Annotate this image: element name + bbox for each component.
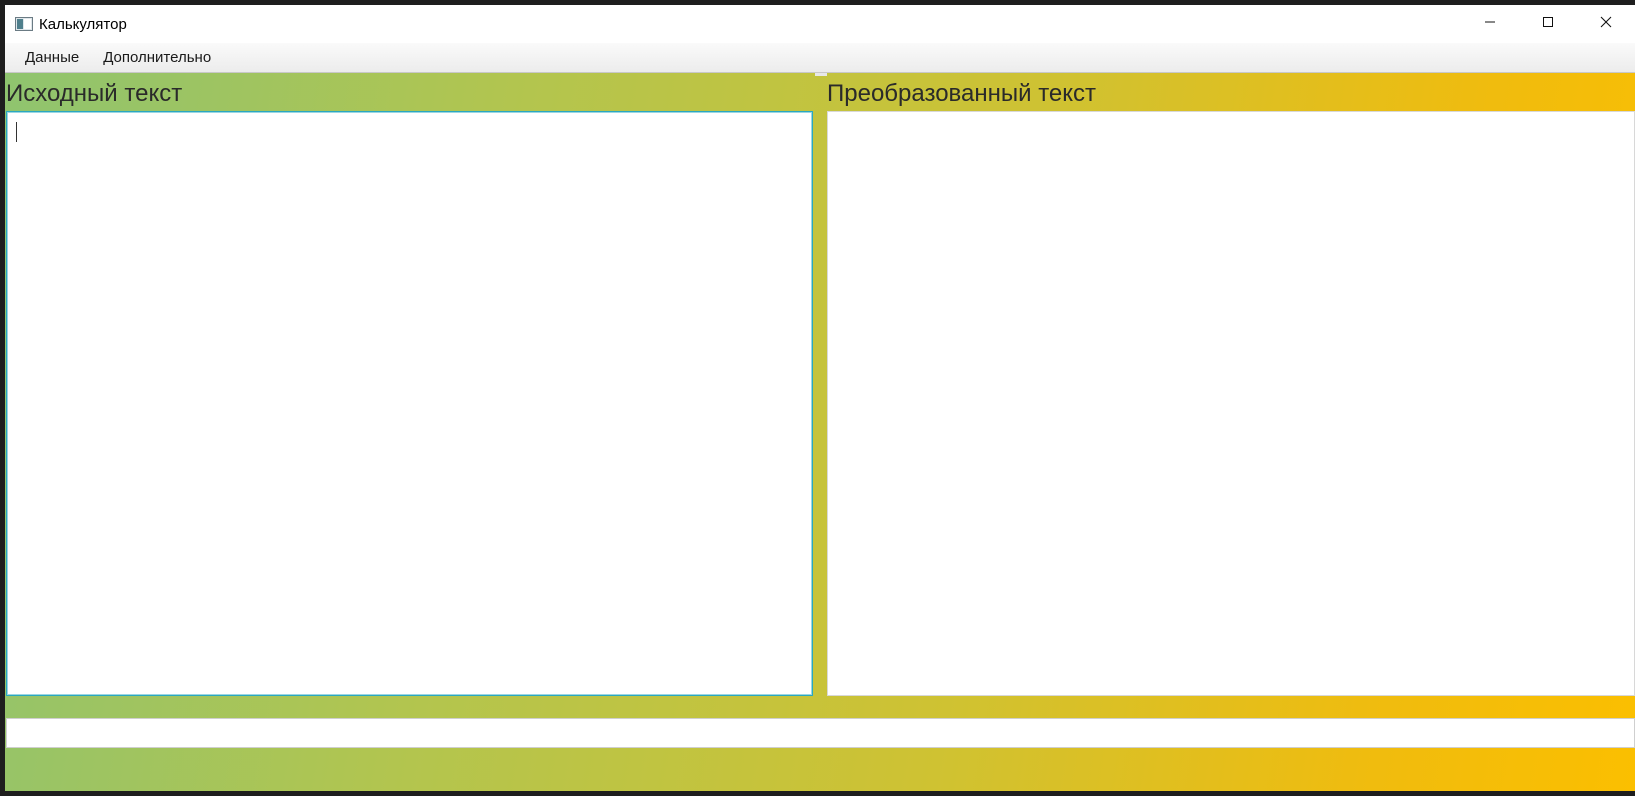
minimize-button[interactable] [1461, 5, 1519, 43]
bottom-input-field[interactable] [6, 718, 1635, 748]
menu-item-data[interactable]: Данные [13, 43, 91, 72]
title-bar: Калькулятор [5, 5, 1635, 43]
split-divider-handle[interactable] [815, 73, 827, 76]
close-icon [1600, 15, 1612, 33]
menu-bar: Данные Дополнительно [5, 43, 1635, 73]
minimize-icon [1484, 15, 1496, 33]
text-caret [16, 122, 17, 142]
app-window: Калькулятор Данные Дополнительно Исходны… [0, 0, 1635, 796]
main-content: Исходный текст Преобразованный текст [5, 73, 1635, 791]
window-controls [1461, 5, 1635, 43]
maximize-icon [1542, 15, 1554, 33]
converted-text-area[interactable] [827, 111, 1635, 696]
source-text-heading: Исходный текст [6, 80, 183, 107]
maximize-button[interactable] [1519, 5, 1577, 43]
menu-item-additional[interactable]: Дополнительно [91, 43, 223, 72]
close-button[interactable] [1577, 5, 1635, 43]
window-title: Калькулятор [39, 15, 127, 33]
app-window-icon [15, 17, 33, 31]
source-text-area[interactable] [6, 111, 813, 696]
converted-text-heading: Преобразованный текст [827, 80, 1097, 107]
